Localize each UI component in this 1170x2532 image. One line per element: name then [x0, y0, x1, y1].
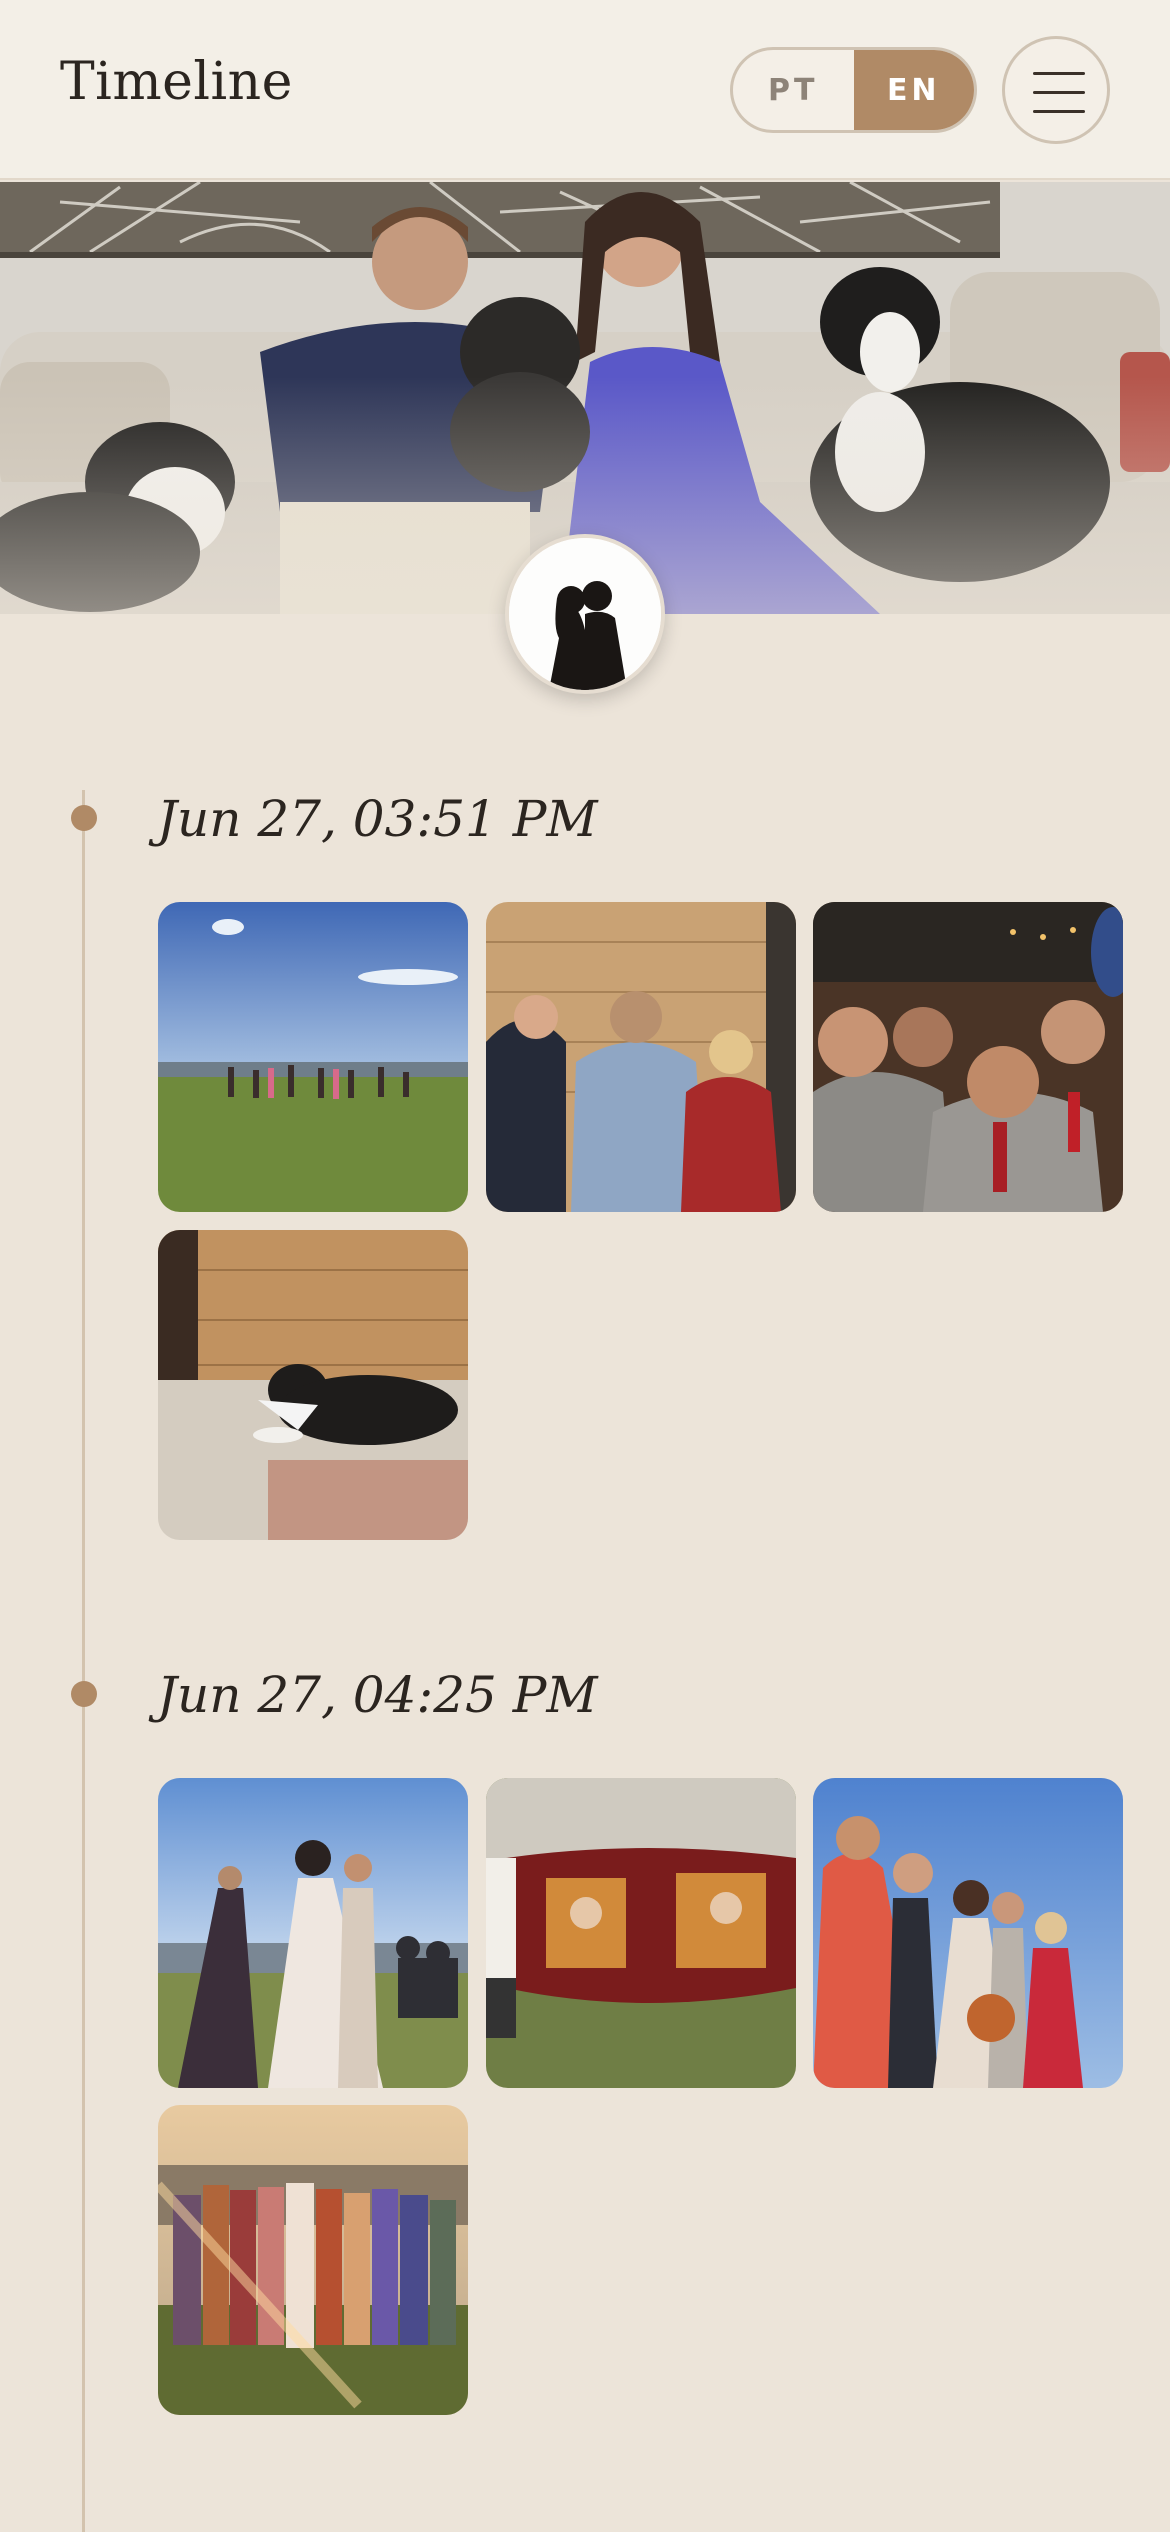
photo-thumbnail[interactable] [486, 1778, 796, 2088]
timeline-dot [71, 1681, 97, 1707]
photo-thumbnail[interactable] [486, 902, 796, 1212]
timeline-line [82, 790, 85, 2532]
photo-thumbnail[interactable] [813, 1778, 1123, 2088]
couple-avatar [505, 534, 665, 694]
page-title: Timeline [60, 52, 293, 112]
timeline-time-label: Jun 27, 04:25 PM [157, 1666, 598, 1724]
photo-thumbnail[interactable] [158, 2105, 468, 2415]
timeline-time-label: Jun 27, 03:51 PM [157, 790, 598, 848]
photo-thumbnail[interactable] [158, 1230, 468, 1540]
photo-thumbnail[interactable] [158, 1778, 468, 2088]
timeline-dot [71, 805, 97, 831]
app-header: Timeline PT EN [0, 0, 1170, 180]
lang-option-pt[interactable]: PT [733, 50, 854, 130]
lang-option-en[interactable]: EN [853, 50, 974, 130]
kissing-silhouette-icon [509, 538, 661, 690]
photo-thumbnail[interactable] [813, 902, 1123, 1212]
menu-button[interactable] [1002, 36, 1110, 144]
language-toggle[interactable]: PT EN [730, 47, 977, 133]
photo-thumbnail[interactable] [158, 902, 468, 1212]
